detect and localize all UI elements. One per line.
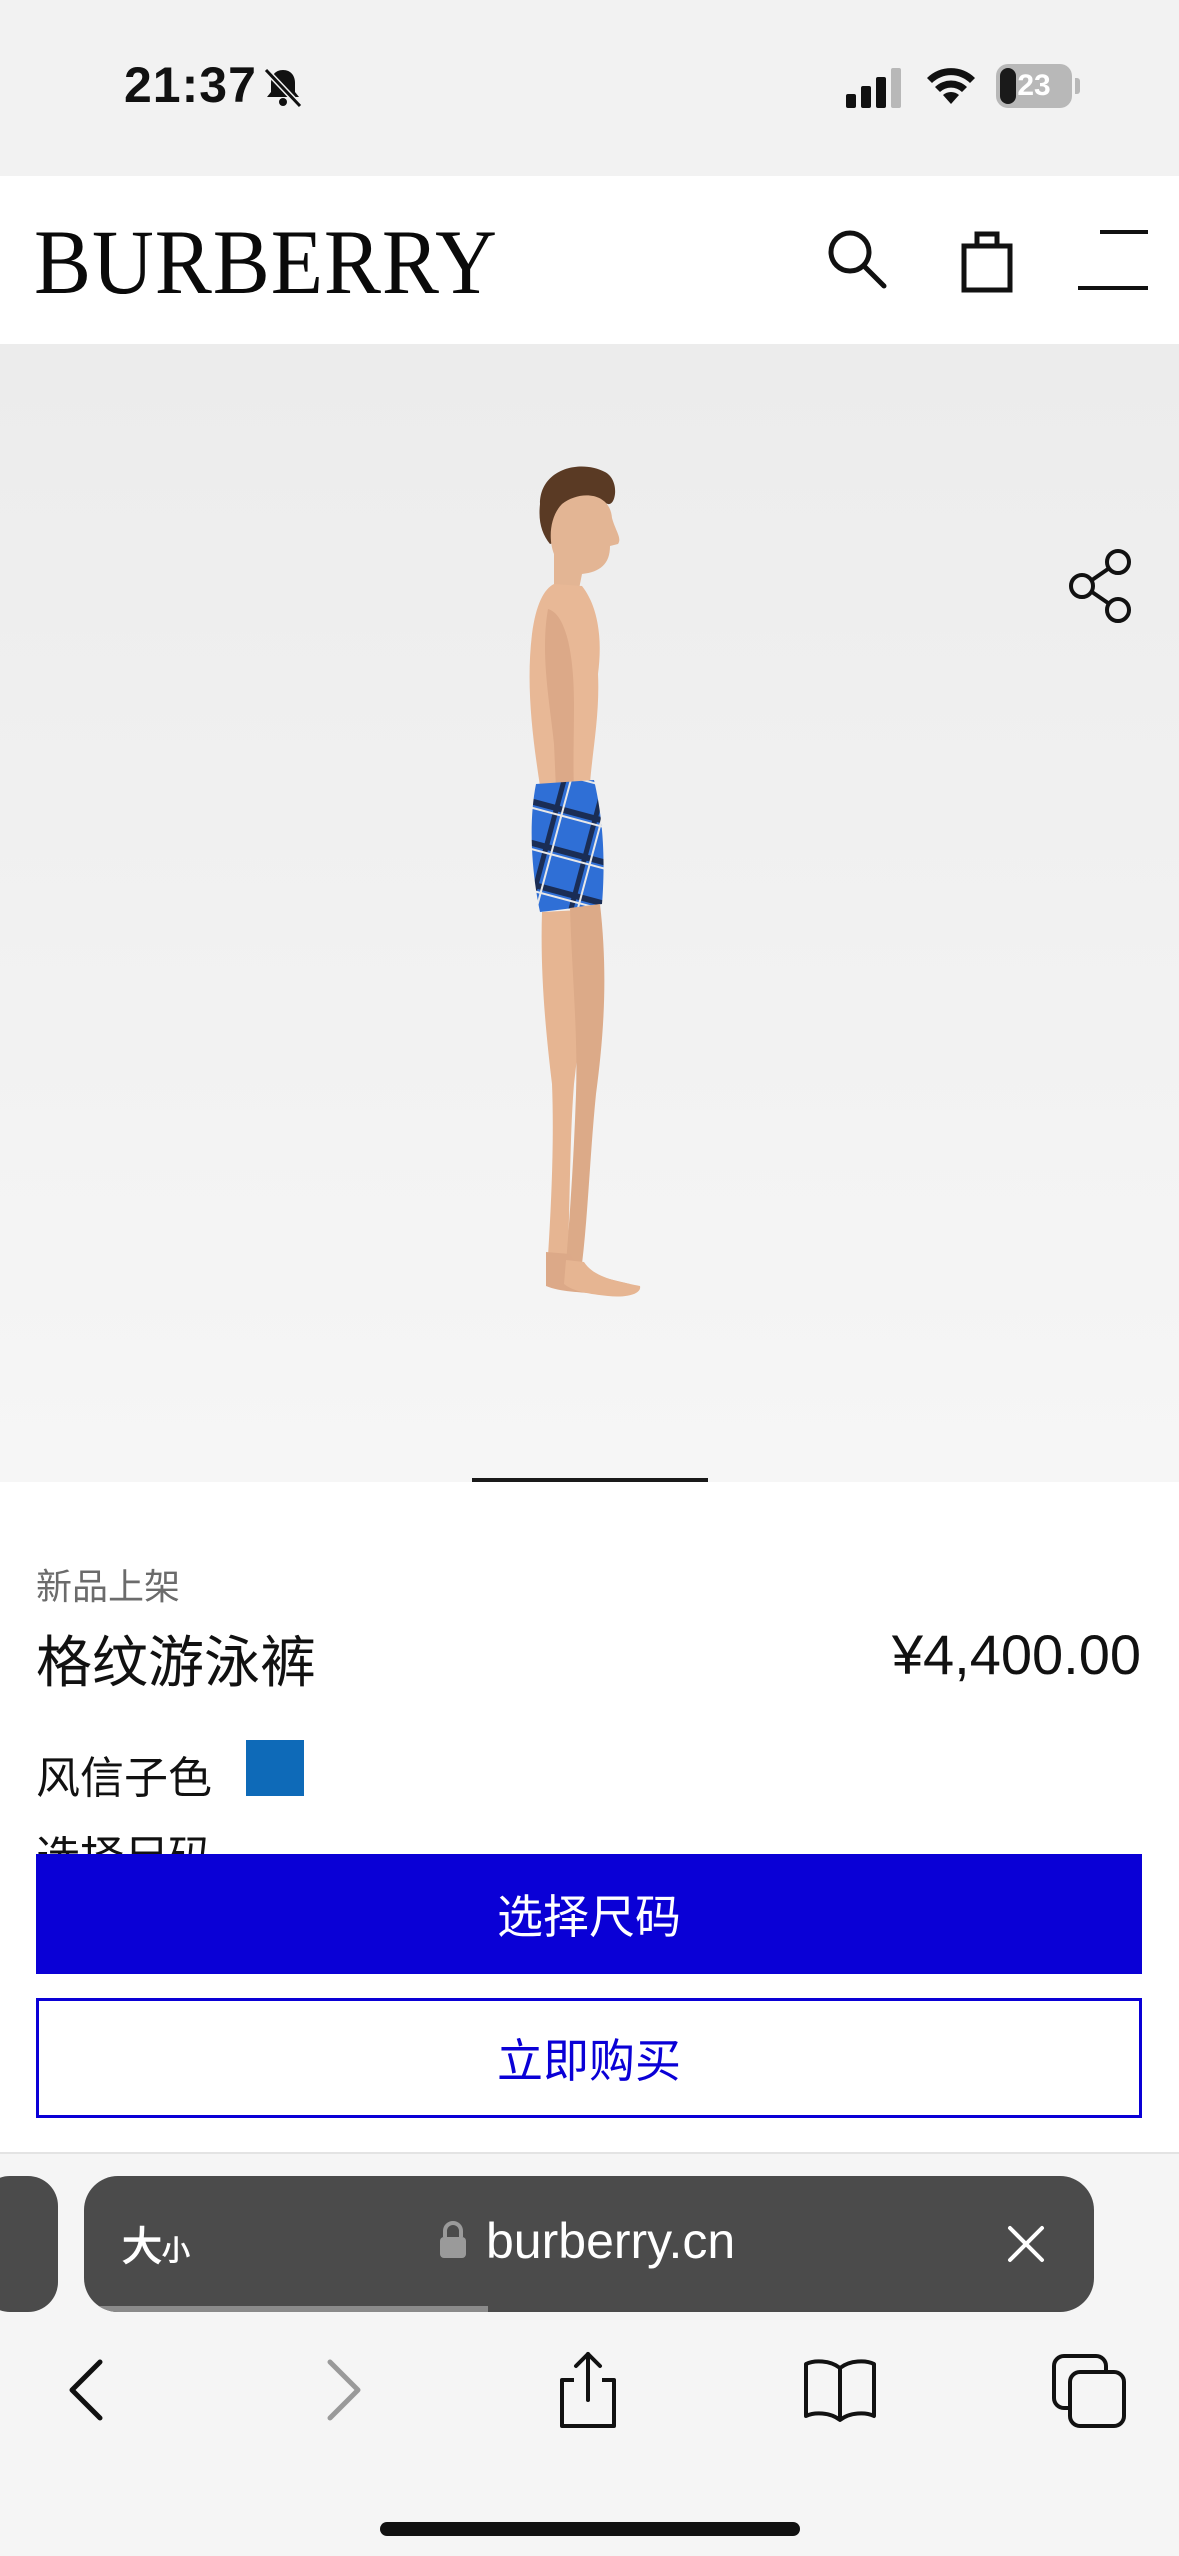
color-name: 风信子色: [36, 1753, 212, 1804]
new-arrival-badge: 新品上架: [36, 1567, 181, 1608]
buy-now-button[interactable]: 立即购买: [36, 1998, 1142, 2118]
text-size-button[interactable]: 大小: [122, 2214, 190, 2272]
previous-tab[interactable]: [0, 2176, 58, 2312]
select-size-button[interactable]: 选择尺码: [36, 1854, 1142, 1974]
site-header: BURBERRY: [0, 176, 1179, 344]
page-load-progress: [84, 2306, 488, 2312]
cellular-signal-icon: [846, 68, 901, 108]
bell-slash-icon: [263, 67, 303, 109]
battery-icon: 23: [996, 64, 1080, 108]
product-image-carousel[interactable]: [0, 344, 1179, 1482]
url-text[interactable]: burberry.cn: [486, 2212, 735, 2270]
tabs-icon[interactable]: [1050, 2350, 1130, 2430]
battery-level: 23: [1017, 69, 1051, 102]
forward-icon[interactable]: [302, 2350, 382, 2430]
product-info: 新品上架 格纹游泳裤 ¥4,400.00 风信子色 选择尺码 选择尺码 立即购买: [0, 1482, 1179, 2154]
search-icon[interactable]: [820, 222, 896, 298]
bookmarks-icon[interactable]: [800, 2350, 880, 2430]
text-size-large: 大: [122, 2224, 162, 2270]
browser-toolbar: 大小 burberry.cn: [0, 2154, 1179, 2556]
back-icon[interactable]: [48, 2350, 128, 2430]
share-icon[interactable]: [548, 2350, 628, 2430]
text-size-small: 小: [162, 2234, 191, 2267]
lock-icon: [440, 2221, 466, 2258]
product-name: 格纹游泳裤: [36, 1631, 316, 1696]
status-time: 21:37: [124, 57, 257, 113]
home-indicator[interactable]: [380, 2522, 800, 2536]
shopping-bag-icon[interactable]: [950, 222, 1026, 298]
share-icon[interactable]: [1066, 548, 1136, 624]
color-swatch[interactable]: [246, 1740, 304, 1796]
menu-icon[interactable]: [1076, 222, 1152, 298]
burberry-logo[interactable]: BURBERRY: [34, 212, 498, 312]
wifi-icon: [927, 68, 975, 104]
address-bar[interactable]: 大小 burberry.cn: [84, 2176, 1094, 2312]
status-bar: 21:37 23: [0, 0, 1179, 176]
product-price: ¥4,400.00: [891, 1623, 1141, 1686]
close-icon[interactable]: [1004, 2222, 1048, 2266]
product-model-image: [529, 466, 641, 1297]
